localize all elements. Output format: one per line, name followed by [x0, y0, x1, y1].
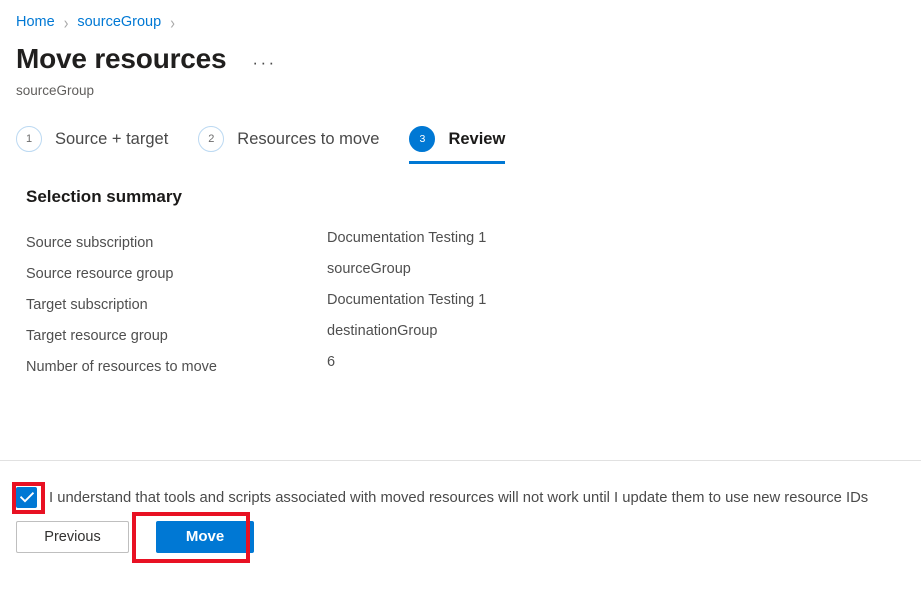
step-label-resources-to-move: Resources to move — [237, 128, 379, 150]
more-options-icon[interactable]: ··· — [252, 58, 276, 68]
step-review[interactable]: 3 Review — [409, 126, 505, 164]
summary-value: 6 — [327, 352, 335, 372]
move-button-slot: Move — [156, 521, 254, 553]
breadcrumb: Home › sourceGroup › — [16, 12, 184, 32]
summary-row: Source resource group sourceGroup — [26, 264, 586, 295]
step-resources-to-move[interactable]: 2 Resources to move — [198, 126, 379, 164]
move-button[interactable]: Move — [156, 521, 254, 553]
section-heading-selection-summary: Selection summary — [26, 185, 182, 209]
step-number-2: 2 — [198, 126, 224, 152]
summary-label: Target subscription — [26, 295, 148, 315]
step-number-3: 3 — [409, 126, 435, 152]
consent-checkbox-wrapper — [16, 487, 37, 508]
page-title: Move resources — [16, 40, 226, 78]
step-source-target[interactable]: 1 Source + target — [16, 126, 168, 164]
page-header: Move resources ··· — [16, 40, 277, 78]
step-label-source-target: Source + target — [55, 128, 168, 150]
summary-label: Number of resources to move — [26, 357, 217, 377]
consent-label: I understand that tools and scripts asso… — [49, 488, 868, 508]
step-label-review: Review — [448, 128, 505, 150]
wizard-stepper: 1 Source + target 2 Resources to move 3 … — [16, 126, 505, 164]
step-number-1: 1 — [16, 126, 42, 152]
checkmark-icon — [20, 492, 34, 503]
summary-value: Documentation Testing 1 — [327, 228, 486, 248]
active-step-underline — [409, 161, 505, 164]
summary-row: Target resource group destinationGroup — [26, 326, 586, 357]
selection-summary-list: Source subscription Documentation Testin… — [26, 233, 586, 388]
summary-row: Number of resources to move 6 — [26, 357, 586, 388]
chevron-right-icon: › — [170, 10, 175, 35]
summary-value: Documentation Testing 1 — [327, 290, 486, 310]
breadcrumb-item-sourcegroup[interactable]: sourceGroup — [77, 12, 161, 32]
consent-checkbox[interactable] — [16, 487, 37, 508]
previous-button[interactable]: Previous — [16, 521, 129, 553]
footer-divider — [0, 460, 921, 461]
summary-label: Target resource group — [26, 326, 168, 346]
summary-value: sourceGroup — [327, 259, 411, 279]
wizard-button-row: Previous Move — [16, 521, 254, 553]
summary-label: Source resource group — [26, 264, 174, 284]
page-subtitle: sourceGroup — [16, 82, 94, 100]
summary-row: Target subscription Documentation Testin… — [26, 295, 586, 326]
summary-row: Source subscription Documentation Testin… — [26, 233, 586, 264]
summary-value: destinationGroup — [327, 321, 437, 341]
chevron-right-icon: › — [64, 10, 69, 35]
consent-row: I understand that tools and scripts asso… — [16, 487, 868, 508]
summary-label: Source subscription — [26, 233, 153, 253]
breadcrumb-item-home[interactable]: Home — [16, 12, 55, 32]
